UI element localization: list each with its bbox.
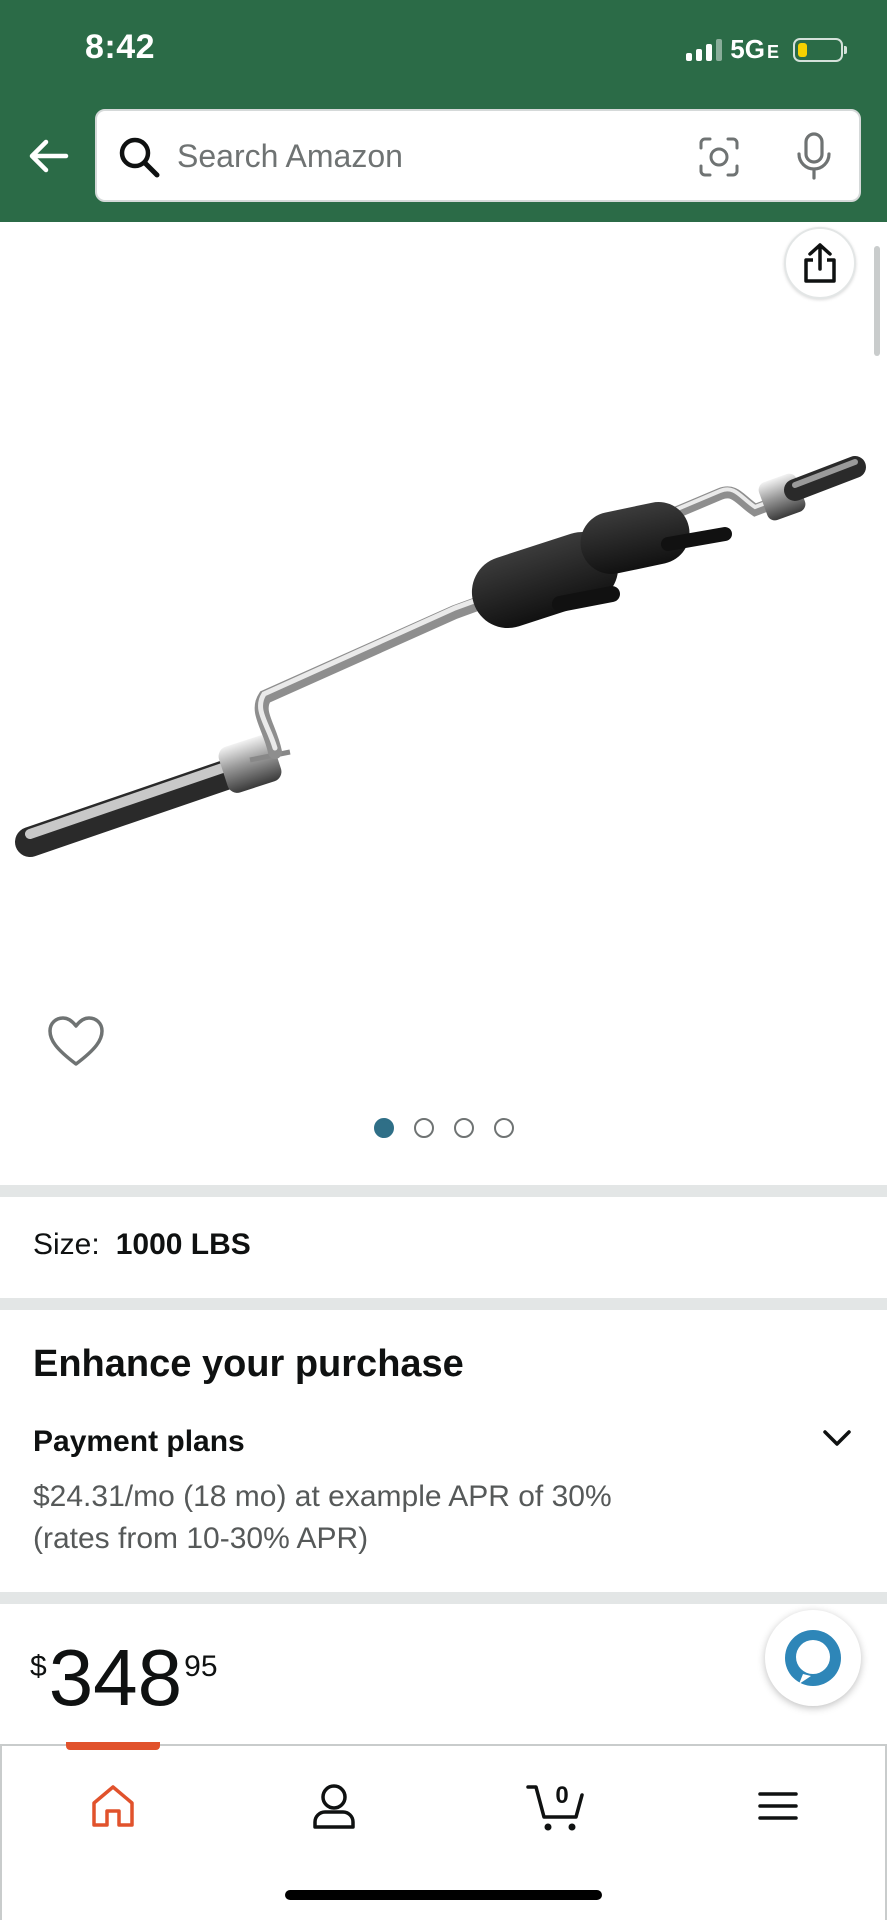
chevron-down-icon <box>823 1430 851 1446</box>
status-time: 8:42 <box>85 28 156 66</box>
payment-plans-detail: $24.31/mo (18 mo) at example APR of 30% … <box>33 1480 612 1555</box>
size-selector[interactable]: Size: 1000 LBS <box>33 1228 251 1262</box>
alexa-icon <box>785 1630 841 1686</box>
alexa-button[interactable] <box>765 1610 861 1706</box>
image-pagination[interactable] <box>0 1118 887 1138</box>
price-whole: 348 <box>48 1633 183 1722</box>
battery-icon <box>793 37 847 62</box>
price: $ 348 95 <box>30 1636 218 1720</box>
pagination-dot[interactable] <box>453 1118 474 1138</box>
pagination-dot[interactable] <box>413 1118 434 1138</box>
search-input[interactable] <box>177 127 657 185</box>
scrollbar[interactable] <box>874 246 880 356</box>
size-value: 1000 LBS <box>115 1228 251 1261</box>
nav-account[interactable] <box>304 1776 364 1836</box>
signal-icon <box>686 38 723 61</box>
user-icon <box>313 1784 355 1829</box>
cart-count: 0 <box>555 1782 568 1809</box>
product-gallery[interactable] <box>0 222 887 1185</box>
arrow-left-icon <box>29 139 69 173</box>
heart-icon <box>48 1016 104 1066</box>
payment-plans-toggle[interactable] <box>817 1418 857 1458</box>
price-symbol: $ <box>30 1650 47 1683</box>
nav-cart[interactable]: 0 <box>526 1776 586 1836</box>
share-button[interactable] <box>784 227 856 299</box>
home-icon <box>92 1785 134 1827</box>
pagination-dot[interactable] <box>373 1118 394 1138</box>
wishlist-button[interactable] <box>46 1014 106 1070</box>
cart-icon: 0 <box>526 1782 584 1831</box>
active-tab-indicator <box>66 1742 160 1750</box>
app-header: 8:42 5G E <box>0 0 887 222</box>
divider <box>0 1298 887 1310</box>
home-indicator[interactable] <box>285 1890 602 1900</box>
network-type: 5G E <box>730 34 779 64</box>
divider <box>0 1592 887 1604</box>
microphone-icon[interactable] <box>792 131 836 181</box>
share-icon <box>804 243 836 283</box>
divider <box>0 1185 887 1197</box>
search-bar[interactable] <box>95 109 861 202</box>
back-button[interactable] <box>24 132 72 180</box>
nav-home[interactable] <box>83 1776 143 1836</box>
camera-scan-icon[interactable] <box>697 135 741 179</box>
search-icon <box>119 137 160 178</box>
pagination-dot[interactable] <box>493 1118 514 1138</box>
price-fraction: 95 <box>184 1650 218 1683</box>
product-image[interactable] <box>0 382 887 942</box>
status-indicators: 5G E <box>686 34 847 65</box>
hamburger-menu-icon <box>758 1792 798 1820</box>
nav-menu[interactable] <box>748 1776 808 1836</box>
payment-plans-title[interactable]: Payment plans <box>33 1425 245 1459</box>
size-label: Size: <box>33 1228 100 1261</box>
section-title: Enhance your purchase <box>33 1343 464 1385</box>
